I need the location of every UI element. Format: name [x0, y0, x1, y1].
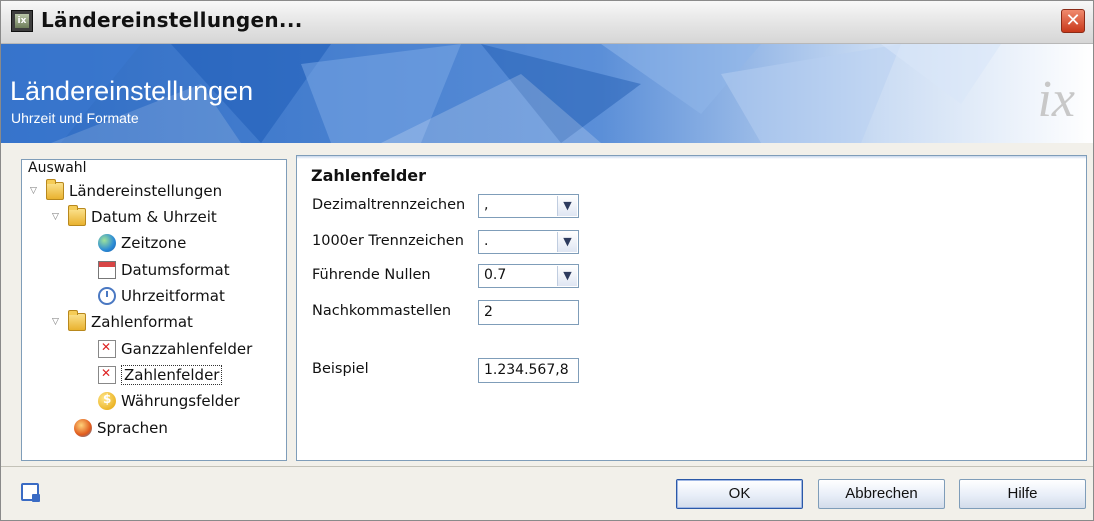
tree-item-label: Zahlenformat [91, 313, 193, 331]
clock-icon [98, 287, 116, 305]
expand-toggle-icon[interactable]: ▽ [52, 317, 62, 327]
thousands-separator-label: 1000er Trennzeichen [312, 233, 464, 249]
tree-item-label: Zeitzone [121, 234, 187, 252]
tree-item-uhrzeitformat[interactable]: Uhrzeitformat [98, 285, 225, 307]
tree-item-laendereinstellungen[interactable]: ▽ Ländereinstellungen [30, 179, 223, 202]
section-title: Zahlenfelder [311, 166, 427, 185]
example-label: Beispiel [312, 361, 369, 377]
select-value: 0.7 [484, 267, 507, 283]
decimal-separator-label: Dezimaltrennzeichen [312, 197, 466, 213]
tree-item-label: Uhrzeitformat [121, 287, 225, 305]
tree-item-zahlenformat[interactable]: ▽ Zahlenformat [52, 310, 193, 333]
leading-zeros-select[interactable]: 0.7 ▼ [478, 264, 579, 288]
tree-item-label: Sprachen [97, 419, 168, 437]
ix-logo: ix [1037, 71, 1075, 128]
decimal-places-label: Nachkommastellen [312, 303, 452, 319]
banner-subtitle: Uhrzeit und Formate [11, 110, 139, 126]
expand-toggle-icon[interactable]: ▽ [30, 186, 40, 196]
context-help-icon[interactable] [21, 483, 40, 502]
tree-item-ganzzahlenfelder[interactable]: Ganzzahlenfelder [98, 338, 252, 360]
folder-icon [46, 179, 64, 200]
number-field-icon [98, 366, 116, 384]
currency-icon [98, 392, 116, 410]
tree-item-zeitzone[interactable]: Zeitzone [98, 232, 186, 254]
window-title: Ländereinstellungen... [41, 8, 303, 32]
decimal-separator-select[interactable]: , ▼ [478, 194, 579, 218]
settings-content-panel: Zahlenfelder Dezimaltrennzeichen , ▼ 100… [296, 155, 1087, 461]
title-bar[interactable]: ix Ländereinstellungen... ✕ [1, 1, 1093, 44]
tree-item-datum-uhrzeit[interactable]: ▽ Datum & Uhrzeit [52, 205, 217, 228]
example-output-field[interactable]: 1.234.567,8 [478, 358, 579, 383]
help-button[interactable]: Hilfe [959, 479, 1086, 509]
tree-header: Auswahl [28, 160, 87, 176]
folder-icon [68, 205, 86, 226]
chevron-down-icon[interactable]: ▼ [557, 196, 577, 216]
header-banner: Ländereinstellungen Uhrzeit und Formate … [1, 44, 1093, 143]
example-value: 1.234.567,8 [484, 362, 569, 378]
folder-icon [68, 310, 86, 331]
number-field-icon [98, 340, 116, 358]
dialog-window: ix Ländereinstellungen... ✕ Ländereinste… [0, 0, 1094, 521]
banner-title: Ländereinstellungen [10, 76, 254, 106]
tree-item-label: Währungsfelder [121, 392, 240, 410]
app-icon: ix [11, 10, 33, 32]
input-value: 2 [484, 304, 493, 320]
close-button[interactable]: ✕ [1061, 9, 1085, 33]
selection-tree-panel: Auswahl ▽ Ländereinstellungen ▽ Datum & … [21, 159, 287, 461]
tree-item-label: Zahlenfelder [121, 365, 223, 385]
ok-button[interactable]: OK [676, 479, 803, 509]
tree-item-zahlenfelder[interactable]: Zahlenfelder [98, 364, 223, 386]
footer-divider [1, 466, 1093, 467]
tree-item-label: Datumsformat [121, 261, 230, 279]
leading-zeros-label: Führende Nullen [312, 267, 431, 283]
tree-item-waehrungsfelder[interactable]: Währungsfelder [98, 390, 240, 412]
tree-item-label: Ländereinstellungen [69, 182, 223, 200]
expand-toggle-icon[interactable]: ▽ [52, 212, 62, 222]
select-value: . [484, 233, 489, 249]
cancel-button[interactable]: Abbrechen [818, 479, 945, 509]
close-icon: ✕ [1065, 10, 1081, 31]
thousands-separator-select[interactable]: . ▼ [478, 230, 579, 254]
tree-item-label: Ganzzahlenfelder [121, 340, 253, 358]
select-value: , [484, 197, 489, 213]
tree-item-sprachen[interactable]: Sprachen [74, 417, 168, 439]
language-icon [74, 419, 92, 437]
globe-icon [98, 234, 116, 252]
tree-item-datumsformat[interactable]: Datumsformat [98, 259, 230, 281]
decimal-places-input[interactable]: 2 [478, 300, 579, 325]
chevron-down-icon[interactable]: ▼ [557, 232, 577, 252]
calendar-icon [98, 261, 116, 279]
chevron-down-icon[interactable]: ▼ [557, 266, 577, 286]
tree-item-label: Datum & Uhrzeit [91, 208, 217, 226]
